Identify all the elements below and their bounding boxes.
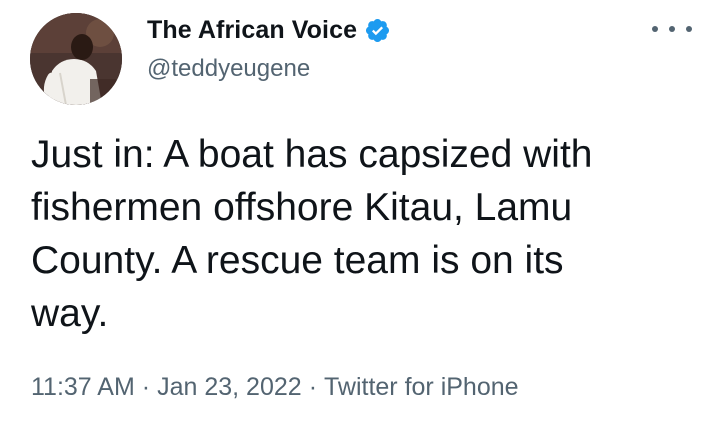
profile-avatar[interactable]	[30, 13, 122, 105]
tweet-date[interactable]: Jan 23, 2022	[157, 373, 302, 401]
tweet-text: Just in: A boat has capsized with fisher…	[31, 133, 593, 335]
verified-badge-icon	[364, 17, 391, 44]
more-dot	[669, 26, 675, 32]
account-handle[interactable]: @teddyeugene	[147, 55, 310, 83]
display-name-row: The African Voice	[147, 13, 391, 47]
meta-separator: ·	[141, 373, 151, 401]
tweet-time[interactable]: 11:37 AM	[31, 373, 135, 401]
tweet-card: The African Voice @teddyeugene Just in: …	[0, 0, 720, 423]
more-options-icon[interactable]	[652, 18, 692, 40]
meta-separator: ·	[308, 373, 318, 401]
avatar-image	[30, 13, 122, 105]
more-dot	[686, 26, 692, 32]
tweet-source[interactable]: Twitter for iPhone	[324, 373, 519, 401]
tweet-metadata: 11:37 AM · Jan 23, 2022 · Twitter for iPhone	[31, 373, 519, 402]
display-name[interactable]: The African Voice	[147, 16, 357, 45]
more-dot	[652, 26, 658, 32]
